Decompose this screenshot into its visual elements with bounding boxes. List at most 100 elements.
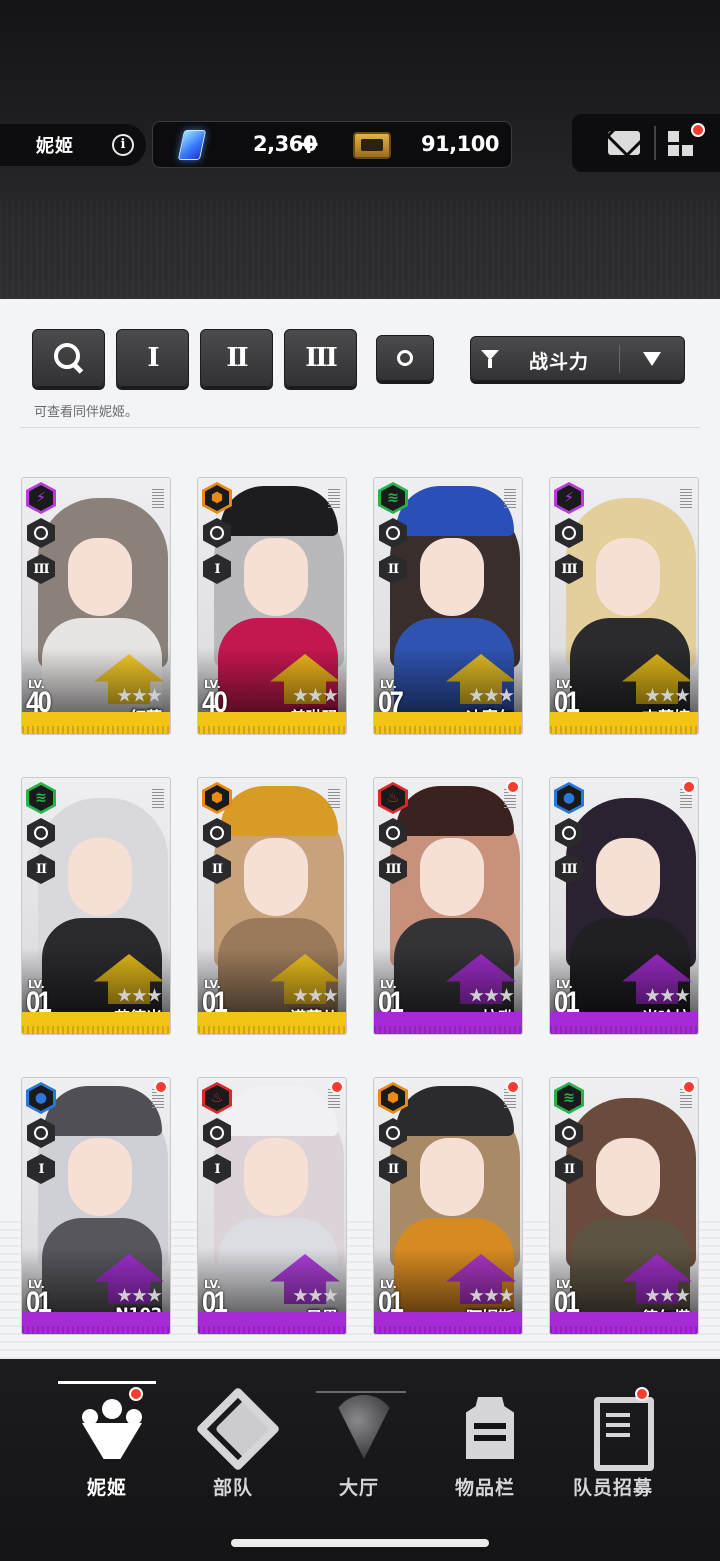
character-card[interactable]: ⬢ILV.40普琳玛 xyxy=(197,477,347,735)
nav-inventory-label: 物品栏 xyxy=(454,1477,515,1499)
gem-icon xyxy=(177,130,207,160)
top-bar: 妮姬 i 2,360 + 91,100 xyxy=(0,0,720,299)
nav-squad[interactable]: 部队 xyxy=(168,1359,298,1519)
mail-icon[interactable] xyxy=(608,131,640,155)
filter-burst-3-button[interactable]: III xyxy=(284,329,357,387)
star-icon xyxy=(499,988,514,1002)
rarity-bar xyxy=(550,1312,698,1334)
notification-dot xyxy=(682,780,696,794)
star-rating xyxy=(469,1288,514,1303)
character-card[interactable]: ⬢IILV.01诺薇儿 xyxy=(197,777,347,1035)
filter-funnel-icon xyxy=(481,350,499,368)
star-rating xyxy=(117,988,162,1003)
rarity-bar xyxy=(22,1312,170,1334)
tool-divider xyxy=(654,126,656,160)
character-card[interactable]: ⚡IIILV.01吉萝婷 xyxy=(549,477,699,735)
nav-recruit[interactable]: 队员招募 xyxy=(548,1359,678,1519)
sort-label: 战斗力 xyxy=(529,351,590,373)
star-icon xyxy=(645,688,660,702)
star-rating xyxy=(469,988,514,1003)
character-card[interactable]: ♨IIILV.01拉毗 xyxy=(373,777,523,1035)
star-icon xyxy=(675,988,690,1002)
chevron-down-icon[interactable] xyxy=(643,352,661,366)
star-icon xyxy=(323,988,338,1002)
star-icon xyxy=(675,1288,690,1302)
info-icon[interactable]: i xyxy=(112,134,134,156)
star-icon xyxy=(308,688,323,702)
star-icon xyxy=(117,688,132,702)
character-card[interactable]: ⚡IIILV.40红莲 xyxy=(21,477,171,735)
barcode-icon xyxy=(504,488,516,508)
star-icon xyxy=(147,688,162,702)
character-card[interactable]: ≋IILV.01德尔塔 xyxy=(549,1077,699,1335)
barcode-icon xyxy=(152,788,164,808)
menu-grid-icon[interactable] xyxy=(668,131,694,157)
star-rating xyxy=(117,1288,162,1303)
star-icon xyxy=(484,1288,499,1302)
nav-recruit-notification-dot xyxy=(635,1387,649,1401)
star-icon xyxy=(469,988,484,1002)
people-icon xyxy=(76,1393,148,1465)
inventory-icon xyxy=(454,1393,526,1465)
nav-nikke-label: 妮姬 xyxy=(86,1477,127,1499)
nav-lobby[interactable]: 大厅 xyxy=(294,1359,424,1519)
rarity-bar xyxy=(550,712,698,734)
sort-dropdown[interactable]: 战斗力 xyxy=(470,336,685,381)
rarity-bar xyxy=(22,712,170,734)
star-icon xyxy=(132,988,147,1002)
star-rating xyxy=(645,988,690,1003)
section-title: 妮姬 xyxy=(36,136,74,157)
circle-icon xyxy=(397,350,413,366)
section-title-pill: 妮姬 i xyxy=(0,124,146,166)
barcode-icon xyxy=(328,488,340,508)
credit-icon xyxy=(353,132,391,159)
star-icon xyxy=(132,1288,147,1302)
star-icon xyxy=(484,988,499,1002)
notification-dot xyxy=(330,1080,344,1094)
star-icon xyxy=(660,688,675,702)
star-rating xyxy=(293,1288,338,1303)
search-button[interactable] xyxy=(32,329,105,387)
nav-nikke[interactable]: 妮姬 xyxy=(42,1359,172,1519)
character-card[interactable]: ●IIILV.01米哈拉 xyxy=(549,777,699,1035)
star-rating xyxy=(645,1288,690,1303)
character-card[interactable]: ●ILV.01N102 xyxy=(21,1077,171,1335)
hint-text: 可查看同伴妮姬。 xyxy=(34,405,139,420)
star-rating xyxy=(293,688,338,703)
star-rating xyxy=(117,688,162,703)
star-rating xyxy=(469,688,514,703)
bottom-nav: 妮姬 部队 大厅 物品栏 队员招募 xyxy=(0,1359,720,1561)
credit-count: 91,100 xyxy=(420,132,500,156)
star-icon xyxy=(117,988,132,1002)
star-rating xyxy=(293,988,338,1003)
nav-lobby-label: 大厅 xyxy=(338,1477,379,1499)
character-card[interactable]: ⬢IILV.01阿妮斯 xyxy=(373,1077,523,1335)
star-icon xyxy=(469,688,484,702)
filter-all-button[interactable] xyxy=(376,335,434,381)
star-rating xyxy=(645,688,690,703)
character-card[interactable]: ♨ILV.01尼恩 xyxy=(197,1077,347,1335)
add-gems-button[interactable]: + xyxy=(297,127,320,160)
burst-1-label: I xyxy=(147,343,159,373)
rarity-bar xyxy=(22,1012,170,1034)
star-icon xyxy=(469,1288,484,1302)
star-icon xyxy=(293,1288,308,1302)
character-card[interactable]: ≋IILV.07迪塞尔 xyxy=(373,477,523,735)
barcode-icon xyxy=(152,488,164,508)
star-icon xyxy=(132,688,147,702)
nav-inventory[interactable]: 物品栏 xyxy=(420,1359,550,1519)
filter-burst-2-button[interactable]: II xyxy=(200,329,273,387)
home-indicator[interactable] xyxy=(231,1539,489,1547)
star-icon xyxy=(484,688,499,702)
character-card[interactable]: ≋IILV.01艾德米 xyxy=(21,777,171,1035)
rarity-bar xyxy=(198,1312,346,1334)
star-icon xyxy=(308,1288,323,1302)
rarity-bar xyxy=(198,712,346,734)
star-icon xyxy=(323,1288,338,1302)
search-icon xyxy=(53,343,84,373)
notification-dot xyxy=(506,780,520,794)
active-indicator xyxy=(58,1381,156,1384)
star-icon xyxy=(660,988,675,1002)
burst-2-label: II xyxy=(226,343,248,373)
filter-burst-1-button[interactable]: I xyxy=(116,329,189,387)
